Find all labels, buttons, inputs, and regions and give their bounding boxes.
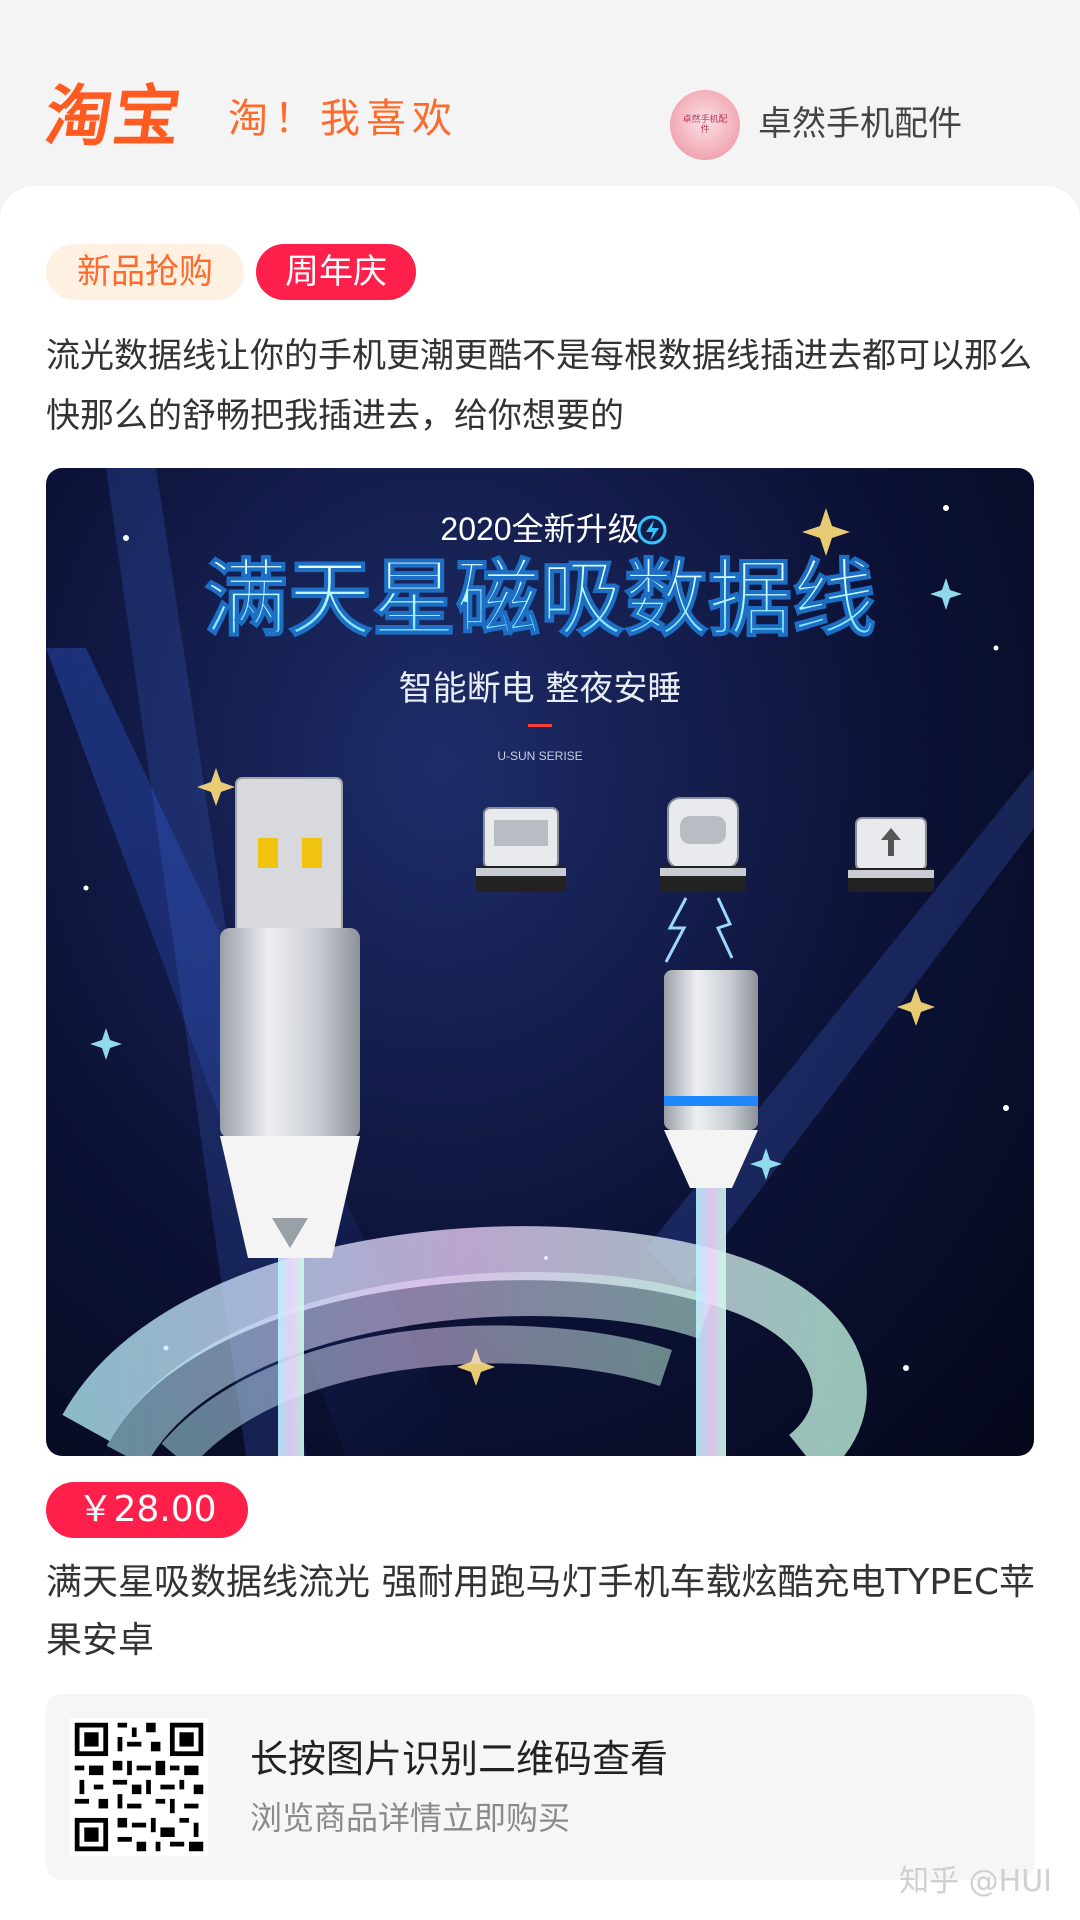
image-series: U-SUN SERISE [497,749,582,763]
product-title[interactable]: 满天星吸数据线流光 强耐用跑马灯手机车载炫酷充电TYPEC苹果安卓 [46,1554,1036,1670]
price-badge: ￥28.00 [46,1482,248,1538]
taobao-logo[interactable]: 淘宝 [41,78,188,155]
lightning-head [848,817,934,892]
image-headline: 满天星磁吸数据线 [204,550,876,648]
qr-section[interactable]: 长按图片识别二维码查看 浏览商品详情立即购买 [46,1694,1034,1880]
type-c-head [660,797,746,892]
qr-code[interactable] [70,1718,208,1856]
header-slogan: 淘！我喜欢 [228,96,458,142]
qr-subtitle: 浏览商品详情立即购买 [250,1799,571,1837]
product-card: 新品抢购 周年庆 流光数据线让你的手机更潮更酷不是每根数据线插进去都可以那么快那… [0,186,1080,1920]
product-description: 流光数据线让你的手机更潮更酷不是每根数据线插进去都可以那么快那么的舒畅把我插进去… [46,336,1032,436]
watermark: 知乎 @HUI [899,1864,1052,1899]
tag-new-arrival: 新品抢购 [46,244,244,300]
store-avatar[interactable]: 卓然手机配件 [670,90,740,160]
store-name[interactable]: 卓然手机配件 [758,104,962,144]
image-subline: 智能断电 整夜安睡 [399,669,682,709]
product-image[interactable]: 2020全新升级 满天星磁吸数据线 智能断电 整夜安睡 U-SUN SERISE [46,468,1034,1456]
product-illustration: 2020全新升级 满天星磁吸数据线 智能断电 整夜安睡 U-SUN SERISE [46,468,1034,1456]
store-avatar-text: 卓然手机配件 [682,115,728,135]
header: 淘宝 淘！我喜欢 卓然手机配件 卓然手机配件 [0,0,1080,190]
tag-anniversary: 周年庆 [256,244,416,300]
qr-code-icon [70,1718,208,1856]
micro-usb-head [476,807,566,892]
qr-title: 长按图片识别二维码查看 [250,1737,669,1781]
image-top-text: 2020全新升级 [440,511,639,547]
